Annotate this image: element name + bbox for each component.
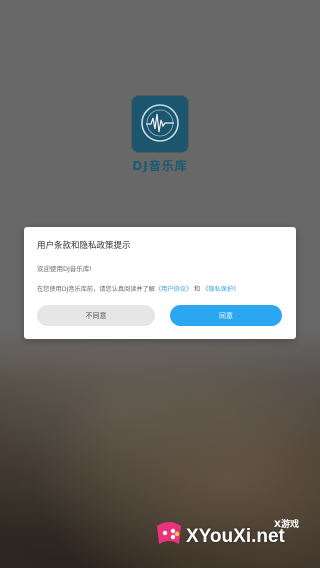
- watermark: X游戏 XYouXi.net: [146, 512, 320, 568]
- dialog-welcome-text: 欢迎使用DJ音乐库!: [37, 265, 93, 273]
- privacy-policy-link[interactable]: 《隐私保护》: [202, 286, 239, 293]
- user-agreement-link[interactable]: 《用户协议》: [155, 286, 192, 293]
- agree-button[interactable]: 同意: [170, 305, 282, 326]
- dialog-body-text: 在您使用DJ音乐库前，请您认真阅读并了解《用户协议》 和 《隐私保护》: [37, 284, 289, 293]
- disagree-button[interactable]: 不同意: [37, 305, 155, 326]
- dialog-title: 用户条款和隐私政策提示: [37, 241, 131, 251]
- watermark-en-text: XYouXi.net: [186, 526, 285, 547]
- privacy-dialog: 用户条款和隐私政策提示 欢迎使用DJ音乐库! 在您使用DJ音乐库前，请您认真阅读…: [24, 227, 296, 339]
- dialog-body-prefix: 在您使用DJ音乐库前，请您认真阅读并了解: [37, 286, 155, 293]
- dialog-body-and: 和: [192, 286, 203, 293]
- gamepad-logo-icon: [157, 522, 181, 544]
